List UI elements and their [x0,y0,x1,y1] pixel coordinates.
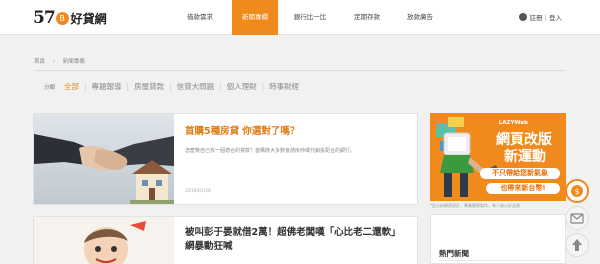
cartoon-image[interactable] [34,217,174,264]
svg-text:$: $ [574,187,579,196]
article-desc: 怎麼幫自己找一個適合的貸款？首購族大多數會請房仲或代銷投配合的銀行。 [185,148,356,154]
nav-item-bank-compare[interactable]: 銀行比一比 [278,0,342,35]
mail-float-button[interactable] [565,206,589,230]
logo-number: 57 [33,8,56,28]
hot-news-box: 熱門新聞 [430,214,566,264]
scroll-top-button[interactable] [565,233,589,257]
ad-pill-text: 不只帶給您新氣象 [480,168,560,179]
category-separator: | [169,82,172,91]
breadcrumb-sep: › [52,59,55,65]
breadcrumb: 首頁 › 新聞專欄 [34,57,91,65]
site-logo[interactable]: 57 B 好貸網 [33,6,107,30]
divider [439,260,559,261]
coin-float-button[interactable]: $ [565,179,589,203]
article-title[interactable]: 首購5種房貸 你選對了嗎？ [185,123,299,137]
category-finance[interactable]: 個人理財 [227,81,257,92]
login-label: 註冊｜登入 [529,14,563,22]
ad-logo: LAZYWeb [498,120,528,126]
nav-item-news[interactable]: 新聞專欄 [232,0,278,35]
site-header: 57 B 好貸網 借款需求 新聞專欄 銀行比一比 定期存款 放款廣告 註冊｜登入 [0,0,600,35]
coin-icon: $ [571,185,583,197]
category-separator: | [261,82,265,91]
nav-item-borrow[interactable]: 借款需求 [168,0,232,35]
arrow-up-icon [572,239,582,251]
category-separator: | [84,82,87,91]
category-separator: | [219,82,222,91]
hot-news-title: 熱門新聞 [439,249,469,258]
handshake-house-image[interactable] [34,114,174,204]
article-date: 2019/01/26 [185,189,211,194]
ad-subheadline: 新運動 [504,149,546,165]
article-card[interactable]: 首購5種房貸 你選對了嗎？ 怎麼幫自己找一個適合的貸款？首購族大多數會請房仲或代… [33,113,418,205]
user-icon [518,13,527,21]
sidebar-ad[interactable]: LAZYWeb 網頁改版 新運動 不只帶給您新氣象 也帶來新台幣! [430,113,566,201]
nav-item-loan-ads[interactable]: 放款廣告 [392,0,448,35]
category-separator: | [126,82,130,91]
divider [34,70,566,71]
category-current-affairs[interactable]: 時事財經 [269,81,299,92]
coin-icon: B [55,11,69,25]
category-credit[interactable]: 信貸大問題 [177,81,215,92]
login-link[interactable]: 註冊｜登入 [518,12,563,22]
category-label: 分類 [44,84,56,91]
article-title[interactable]: 被叫彭于晏就借2萬！超佛老闆嘆「心比老二還軟」 網暴動狂喊 [185,226,405,254]
article-card[interactable]: 被叫彭于晏就借2萬！超佛老闆嘆「心比老二還軟」 網暴動狂喊 [33,216,418,264]
main-nav: 借款需求 新聞專欄 銀行比一比 定期存款 放款廣告 [168,0,448,35]
category-feature[interactable]: 專題報導 [92,81,122,92]
category-bar: 分類 全部 | 專題報導 | 房屋貸款 | 信貸大問題 | 個人理財 | 時事財… [44,81,304,92]
ad-pill-text: 也帶來新台幣! [486,183,560,194]
breadcrumb-home[interactable]: 首頁 [34,59,45,65]
ad-caption: *此分析網頁設計，專業團隊製作，有人放心好品質 [430,203,520,208]
breadcrumb-current: 新聞專欄 [62,59,85,65]
category-all[interactable]: 全部 [64,81,79,92]
nav-item-deposit[interactable]: 定期存款 [342,0,392,35]
logo-name: 好貸網 [70,11,107,26]
category-mortgage[interactable]: 房屋貸款 [134,81,164,92]
mail-icon [570,213,584,224]
